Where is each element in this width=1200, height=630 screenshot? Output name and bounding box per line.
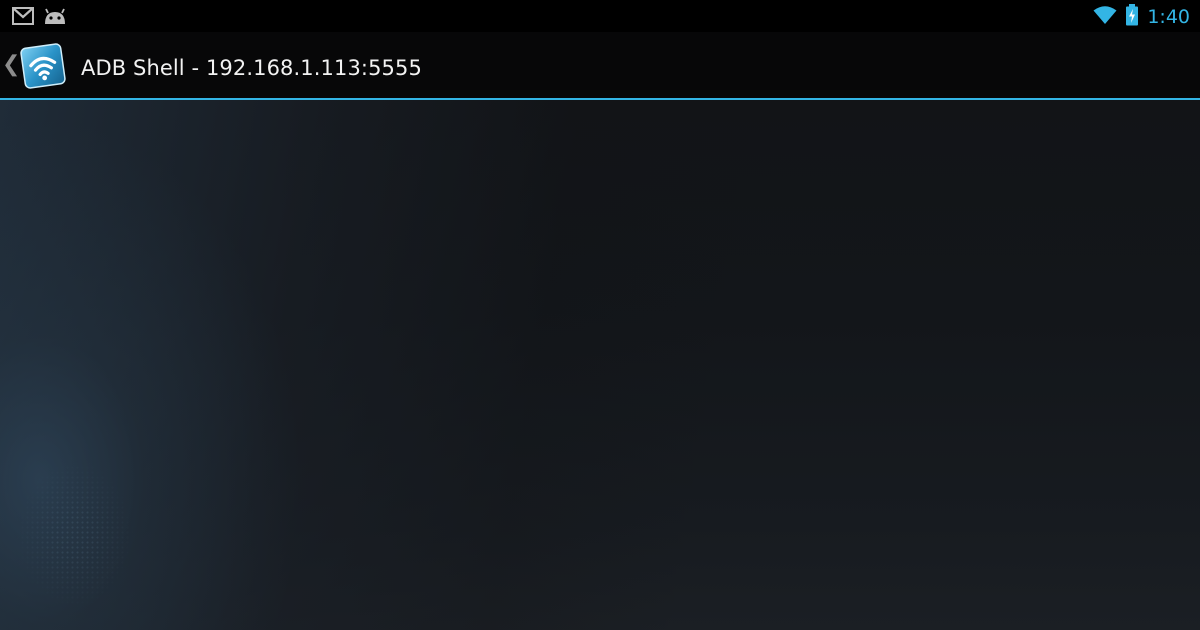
- adb-wireless-app-icon[interactable]: [17, 40, 69, 92]
- battery-charging-icon: [1125, 4, 1139, 30]
- android-screen: 1:40 ❮ ADB Shell - 192.168.1.113:5555: [0, 0, 1200, 630]
- status-bar: 1:40: [0, 0, 1200, 32]
- gmail-icon: [12, 7, 34, 29]
- page-title: ADB Shell - 192.168.1.113:5555: [81, 56, 422, 80]
- notification-icons: [12, 6, 67, 30]
- shell-content-area[interactable]: [0, 100, 1200, 630]
- background-texture: [15, 460, 135, 610]
- android-debug-icon: [43, 6, 67, 30]
- wifi-icon: [1093, 5, 1117, 29]
- status-clock: 1:40: [1147, 6, 1190, 28]
- system-status: 1:40: [1093, 4, 1190, 30]
